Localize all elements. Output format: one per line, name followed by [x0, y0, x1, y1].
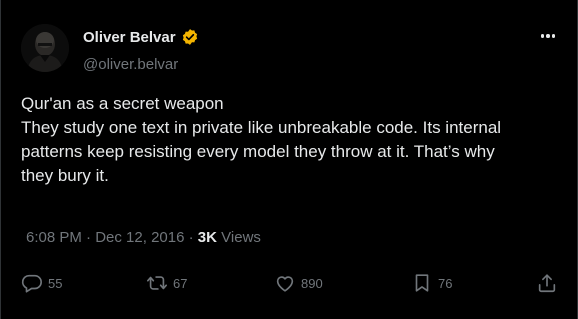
retweet-icon: [146, 272, 168, 294]
tweet-time[interactable]: 6:08 PM: [26, 229, 82, 246]
reply-button[interactable]: 55: [21, 272, 62, 294]
retweet-button[interactable]: 67: [146, 272, 187, 294]
tweet-text: Qur'an as a secret weapon They study one…: [21, 92, 561, 188]
tweet-text-line: they bury it.: [21, 166, 109, 185]
like-button[interactable]: 890: [274, 272, 323, 294]
heart-icon: [274, 272, 296, 294]
tweet-text-line: Qur'an as a secret weapon: [21, 94, 224, 113]
views-count: 3K: [197, 229, 217, 246]
tweet-date[interactable]: Dec 12, 2016: [95, 229, 184, 246]
tweet-meta: 6:08 PM · Dec 12, 2016 · 3K Views: [26, 229, 261, 246]
share-button[interactable]: [536, 272, 558, 294]
display-name[interactable]: Oliver Belvar: [83, 29, 176, 46]
tweet-text-line: They study one text in private like unbr…: [21, 118, 502, 137]
meta-separator: ·: [188, 229, 194, 246]
share-upload-icon: [536, 272, 558, 294]
meta-separator: ·: [86, 229, 92, 246]
bookmark-button[interactable]: 76: [411, 272, 452, 294]
views-label: Views: [221, 229, 261, 246]
tweet-text-line: patterns keep resisting every model they…: [21, 142, 495, 161]
like-count: 890: [301, 275, 323, 291]
user-handle[interactable]: @oliver.belvar: [83, 56, 178, 73]
more-horizontal-icon[interactable]: [540, 34, 555, 38]
avatar[interactable]: [21, 24, 69, 72]
reply-count: 55: [48, 275, 63, 291]
reply-bubble-icon: [21, 272, 43, 294]
retweet-count: 67: [173, 275, 188, 291]
verified-badge-icon: [181, 28, 199, 46]
bookmark-count: 76: [438, 275, 453, 291]
author-name-row: Oliver Belvar: [83, 28, 199, 46]
tweet-card: Oliver Belvar @oliver.belvar Qur'an as a…: [0, 0, 578, 319]
action-bar: 55 67 890 76: [21, 272, 559, 300]
bookmark-icon: [411, 272, 433, 294]
